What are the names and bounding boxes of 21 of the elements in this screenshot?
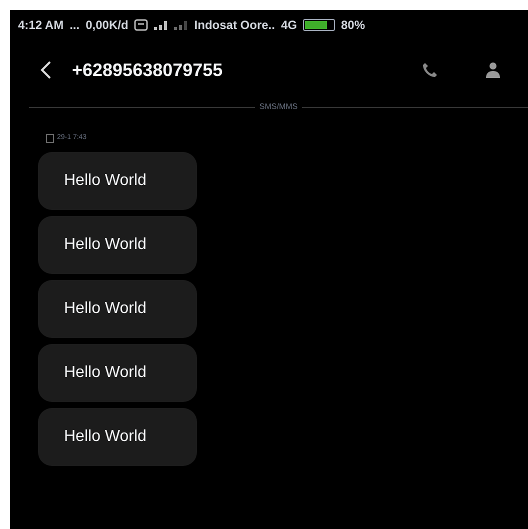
carrier-name: Indosat Oore.. (194, 17, 275, 34)
status-time: 4:12 AM (18, 17, 64, 34)
network-speed: 0,00K/d (86, 17, 128, 34)
message-bubble: Hello World (38, 408, 197, 466)
message-bubble: Hello World (38, 152, 197, 210)
battery-percent: 80% (340, 17, 366, 34)
signal-icon (174, 20, 188, 30)
status-dots: ... (70, 17, 80, 34)
message-bubble: Hello World (38, 216, 197, 274)
phone-icon[interactable] (422, 62, 438, 78)
signal-icon (154, 20, 168, 30)
network-type: 4G (280, 17, 297, 34)
notification-icon (134, 19, 148, 31)
back-icon[interactable] (40, 60, 52, 80)
message-bubble: Hello World (38, 280, 197, 338)
battery-icon (302, 19, 335, 31)
section-label: SMS/MMS (258, 101, 299, 113)
message-bubble: Hello World (38, 344, 197, 402)
contact-number: +62895638079755 (72, 58, 223, 82)
sim-icon (46, 134, 54, 143)
contact-icon[interactable] (486, 62, 500, 78)
